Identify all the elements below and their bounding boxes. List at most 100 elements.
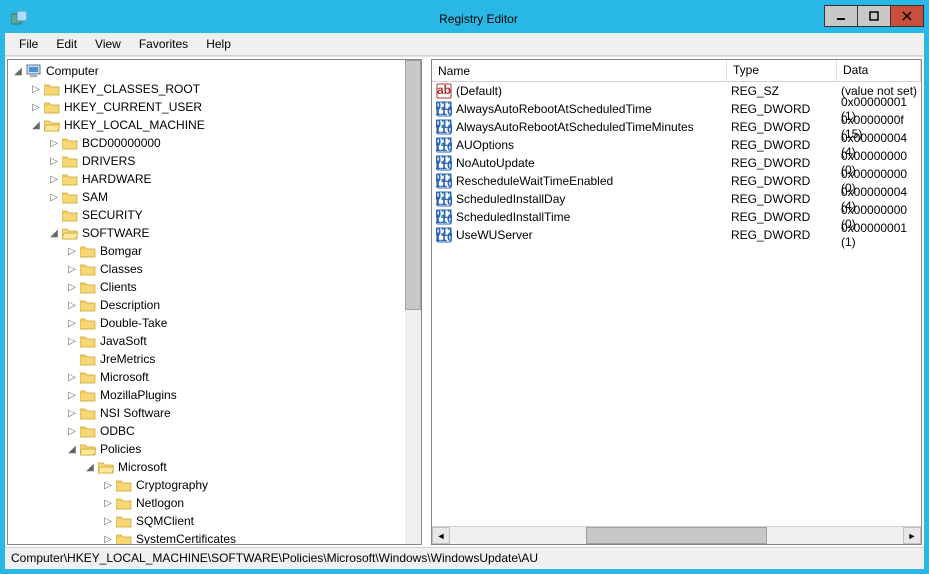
expander-icon[interactable]: ▷ xyxy=(48,155,60,167)
tree-node-label: MozillaPlugins xyxy=(100,388,177,402)
tree-node[interactable]: ◢Computer xyxy=(8,62,405,80)
vscroll-track[interactable] xyxy=(405,60,421,544)
tree-node[interactable]: ▷Description xyxy=(62,296,405,314)
value-name: RescheduleWaitTimeEnabled xyxy=(456,174,613,188)
value-pane: Name Type Data (Default) REG_SZ (value n… xyxy=(431,59,922,545)
folder-icon xyxy=(80,424,96,438)
registry-editor-window: Registry Editor File Edit View Favorites… xyxy=(4,4,925,570)
hscroll-right-button[interactable]: ► xyxy=(903,527,921,544)
hscroll-left-button[interactable]: ◄ xyxy=(432,527,450,544)
tree-node[interactable]: ▷NSI Software xyxy=(62,404,405,422)
value-type: REG_DWORD xyxy=(727,156,837,170)
tree-node[interactable]: JreMetrics xyxy=(62,350,405,368)
menu-favorites[interactable]: Favorites xyxy=(131,35,196,53)
tree-node[interactable]: ▷Double-Take xyxy=(62,314,405,332)
tree-node[interactable]: ▷ Microsoft xyxy=(62,368,405,386)
expander-icon[interactable]: ▷ xyxy=(66,317,78,329)
expander-icon[interactable]: ▷ xyxy=(66,335,78,347)
tree-node[interactable]: ▷HKEY_CLASSES_ROOT xyxy=(26,80,405,98)
expander-icon[interactable]: ◢ xyxy=(66,443,78,455)
expander-icon[interactable]: ▷ xyxy=(48,137,60,149)
tree-node[interactable]: ▷ Cryptography xyxy=(98,476,405,494)
tree-node[interactable]: ▷Netlogon xyxy=(98,494,405,512)
folder-icon xyxy=(80,370,96,384)
expander-icon[interactable]: ◢ xyxy=(84,461,96,473)
menu-view[interactable]: View xyxy=(87,35,129,53)
tree-node[interactable]: ▷ BCD00000000 xyxy=(44,134,405,152)
tree-node[interactable]: ◢SOFTWARE xyxy=(44,224,405,242)
expander-icon[interactable]: ▷ xyxy=(66,245,78,257)
folder-icon xyxy=(62,208,78,222)
folder-open-icon xyxy=(44,118,60,132)
expander-icon[interactable]: ▷ xyxy=(66,281,78,293)
tree-node[interactable]: ▷Clients xyxy=(62,278,405,296)
expander-icon[interactable]: ▷ xyxy=(66,371,78,383)
tree-node[interactable]: ◢Microsoft xyxy=(80,458,405,476)
expander-icon[interactable]: ▷ xyxy=(66,299,78,311)
menu-edit[interactable]: Edit xyxy=(48,35,85,53)
expander-icon[interactable]: ◢ xyxy=(48,227,60,239)
tree-node[interactable]: ▷ODBC xyxy=(62,422,405,440)
value-row[interactable]: UseWUServer REG_DWORD 0x00000001 (1) xyxy=(432,226,921,244)
expander-icon[interactable]: ▷ xyxy=(66,389,78,401)
vscroll-thumb[interactable] xyxy=(405,60,421,310)
tree-node[interactable]: ▷ MozillaPlugins xyxy=(62,386,405,404)
folder-icon xyxy=(116,496,132,510)
expander-icon[interactable]: ▷ xyxy=(102,533,114,545)
hscroll[interactable]: ◄ ► xyxy=(432,526,921,544)
expander-icon[interactable]: ▷ xyxy=(66,263,78,275)
value-name: (Default) xyxy=(456,84,502,98)
value-type: REG_DWORD xyxy=(727,138,837,152)
tree-pane[interactable]: ◢Computer▷HKEY_CLASSES_ROOT▷HKEY_CURRENT… xyxy=(7,59,422,545)
tree-node[interactable]: ▷ SystemCertificates xyxy=(98,530,405,545)
tree-node-label: BCD00000000 xyxy=(82,136,161,150)
expander-icon[interactable]: ▷ xyxy=(30,101,42,113)
value-list[interactable]: (Default) REG_SZ (value not set) AlwaysA… xyxy=(432,82,921,526)
tree-node-label: Cryptography xyxy=(136,478,208,492)
tree-node-label: SystemCertificates xyxy=(136,532,236,545)
tree-node[interactable]: ▷HARDWARE xyxy=(44,170,405,188)
minimize-button[interactable] xyxy=(824,5,858,27)
expander-icon[interactable]: ▷ xyxy=(102,515,114,527)
tree-node[interactable]: ◢HKEY_LOCAL_MACHINE xyxy=(26,116,405,134)
content-area: ◢Computer▷HKEY_CLASSES_ROOT▷HKEY_CURRENT… xyxy=(5,56,924,547)
tree-node[interactable]: SECURITY xyxy=(44,206,405,224)
expander-icon[interactable]: ▷ xyxy=(30,83,42,95)
menu-file[interactable]: File xyxy=(11,35,46,53)
col-header-data[interactable]: Data xyxy=(837,60,921,81)
hscroll-thumb[interactable] xyxy=(586,527,767,544)
window-title: Registry Editor xyxy=(33,12,924,26)
folder-icon xyxy=(80,280,96,294)
menu-help[interactable]: Help xyxy=(198,35,239,53)
pane-splitter[interactable] xyxy=(424,57,429,547)
maximize-button[interactable] xyxy=(857,5,891,27)
expander-icon[interactable]: ▷ xyxy=(102,479,114,491)
folder-icon xyxy=(62,190,78,204)
tree-node[interactable]: ▷Bomgar xyxy=(62,242,405,260)
col-header-name[interactable]: Name xyxy=(432,60,727,81)
tree-node[interactable]: ◢Policies xyxy=(62,440,405,458)
tree-node[interactable]: ▷SAM xyxy=(44,188,405,206)
expander-icon[interactable]: ▷ xyxy=(66,425,78,437)
hscroll-track[interactable] xyxy=(450,527,903,544)
expander-icon[interactable]: ▷ xyxy=(102,497,114,509)
tree-node[interactable]: ▷Classes xyxy=(62,260,405,278)
tree-node[interactable]: ▷JavaSoft xyxy=(62,332,405,350)
folder-open-icon xyxy=(80,442,96,456)
expander-icon[interactable]: ▷ xyxy=(48,191,60,203)
expander-icon[interactable]: ◢ xyxy=(12,65,24,77)
tree-node[interactable]: ▷ SQMClient xyxy=(98,512,405,530)
value-type: REG_DWORD xyxy=(727,192,837,206)
tree-node-label: Microsoft xyxy=(100,370,149,384)
folder-icon xyxy=(80,298,96,312)
tree-node[interactable]: ▷HKEY_CURRENT_USER xyxy=(26,98,405,116)
titlebar[interactable]: Registry Editor xyxy=(5,5,924,33)
col-header-type[interactable]: Type xyxy=(727,60,837,81)
tree-node[interactable]: ▷DRIVERS xyxy=(44,152,405,170)
tree-node-label: SQMClient xyxy=(136,514,194,528)
expander-icon[interactable]: ▷ xyxy=(48,173,60,185)
dword-value-icon xyxy=(436,101,452,117)
close-button[interactable] xyxy=(890,5,924,27)
expander-icon[interactable]: ▷ xyxy=(66,407,78,419)
expander-icon[interactable]: ◢ xyxy=(30,119,42,131)
